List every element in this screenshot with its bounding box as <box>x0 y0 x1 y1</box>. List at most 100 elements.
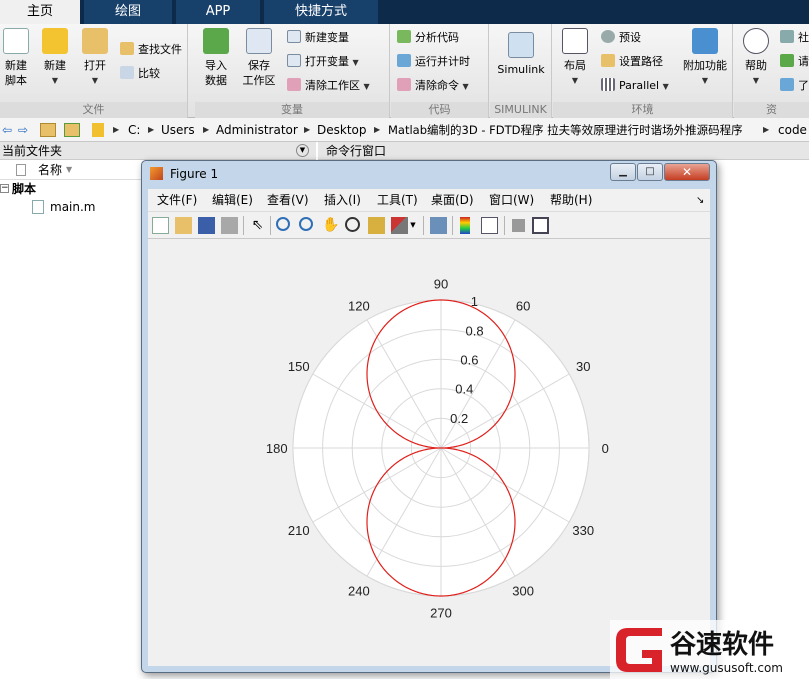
browse-folder-icon[interactable] <box>64 123 80 137</box>
matlab-logo-icon <box>150 167 163 180</box>
addons-dropdown-arrow-icon: ▼ <box>701 76 709 85</box>
layout-button[interactable]: 布局 ▼ <box>555 28 595 88</box>
clear-commands-button[interactable]: 清除命令 ▼ <box>397 77 469 96</box>
data-cursor-icon[interactable] <box>368 217 385 234</box>
addons-button[interactable]: 附加功能 ▼ <box>681 28 729 88</box>
import-data-button[interactable]: 导入 数据 <box>197 28 235 88</box>
current-folder-address-bar: ⇦ ⇨ ▶ C: ▶ Users ▶ Administrator ▶ Deskt… <box>0 118 809 142</box>
current-folder-title: 当前文件夹 <box>2 144 63 158</box>
toolbar-separator <box>504 216 505 235</box>
new-script-button[interactable]: 新建 脚本 <box>0 28 32 88</box>
clear-workspace-button[interactable]: 清除工作区 ▼ <box>287 77 370 96</box>
print-icon[interactable] <box>221 217 238 234</box>
save-workspace-button[interactable]: 保存 工作区 <box>239 28 279 88</box>
clear-commands-dropdown-arrow-icon: ▼ <box>462 82 469 91</box>
sort-arrow-icon: ▼ <box>66 165 73 174</box>
help-button[interactable]: 帮助 ▼ <box>738 28 774 88</box>
code-group: 分析代码 运行并计时 清除命令 ▼ 代码 <box>391 24 489 118</box>
new-dropdown-arrow-icon: ▼ <box>51 76 59 85</box>
open-button[interactable]: 打开 ▼ <box>78 28 112 88</box>
zoom-out-icon[interactable] <box>299 217 313 231</box>
figure-title: Figure 1 <box>170 167 219 181</box>
maximize-button[interactable]: □ <box>637 163 663 181</box>
up-folder-icon[interactable] <box>40 123 56 137</box>
angular-tick-label: 330 <box>572 523 594 538</box>
maximize-icon: □ <box>645 166 655 177</box>
figure-title-bar[interactable]: Figure 1 ▁ □ ✕ <box>142 161 716 187</box>
path-part-desktop[interactable]: Desktop <box>317 118 367 142</box>
collapse-icon[interactable]: − <box>0 184 9 193</box>
polar-plot: 0 30 60 90 120 150 180 210 240 270 300 330 0.2 0.4 0.… <box>266 277 609 621</box>
back-arrow-icon[interactable]: ⇦ <box>2 118 12 142</box>
zoom-in-icon[interactable] <box>276 217 290 231</box>
new-button[interactable]: 新建 ▼ <box>38 28 72 88</box>
toolbar-separator <box>423 216 424 235</box>
menu-window[interactable]: 窗口(W) <box>489 189 534 212</box>
menu-view[interactable]: 查看(V) <box>267 189 309 212</box>
clear-commands-icon <box>397 78 411 91</box>
pan-hand-icon[interactable]: ✋ <box>322 217 339 234</box>
open-file-icon[interactable] <box>175 217 192 234</box>
angular-tick-label: 210 <box>288 523 310 538</box>
new-figure-icon[interactable] <box>152 217 169 234</box>
brush-icon[interactable] <box>391 217 408 234</box>
request-support-button[interactable]: 请 <box>780 53 809 71</box>
tab-shortcuts[interactable]: 快捷方式 <box>264 0 378 24</box>
link-plot-icon[interactable] <box>430 217 447 234</box>
close-icon: ✕ <box>681 165 693 179</box>
variable-group: 导入 数据 保存 工作区 新建变量 打开变量 ▼ 清除工作区 ▼ 变量 <box>195 24 390 118</box>
simulink-button[interactable]: Simulink <box>492 32 550 77</box>
compare-button[interactable]: 比较 <box>120 65 160 83</box>
name-column-label: 名称 <box>38 163 63 177</box>
angular-tick-label: 150 <box>288 359 310 374</box>
command-window-title-bar: 命令行窗口 <box>318 142 809 160</box>
open-dropdown-arrow-icon: ▼ <box>91 76 99 85</box>
menu-edit[interactable]: 编辑(E) <box>212 189 253 212</box>
toolbar-separator <box>270 216 271 235</box>
tab-plots[interactable]: 绘图 <box>84 0 172 24</box>
path-part-project[interactable]: Matlab编制的3D - FDTD程序 拉夫等效原理进行时谐场外推源码程序 <box>388 118 743 142</box>
path-part-code[interactable]: code <box>778 118 807 142</box>
show-plot-tools-icon[interactable] <box>532 217 549 234</box>
brush-dropdown-arrow-icon[interactable]: ▼ <box>409 217 417 234</box>
forward-arrow-icon[interactable]: ⇨ <box>18 118 28 142</box>
menu-file[interactable]: 文件(F) <box>157 189 197 212</box>
save-icon[interactable] <box>198 217 215 234</box>
set-path-button[interactable]: 设置路径 <box>601 53 663 71</box>
menu-insert[interactable]: 插入(I) <box>324 189 361 212</box>
close-button[interactable]: ✕ <box>664 163 710 181</box>
preferences-button[interactable]: 预设 <box>601 29 641 47</box>
file-group-title: 文件 <box>0 102 187 118</box>
minimize-button[interactable]: ▁ <box>610 163 636 181</box>
parallel-button[interactable]: Parallel ▼ <box>601 77 669 96</box>
path-separator-icon: ▶ <box>203 125 210 134</box>
menu-tools[interactable]: 工具(T) <box>377 189 418 212</box>
select-arrow-icon[interactable]: ⇖ <box>249 217 266 234</box>
menu-help[interactable]: 帮助(H) <box>550 189 592 212</box>
command-window-title: 命令行窗口 <box>326 144 387 158</box>
path-part-administrator[interactable]: Administrator <box>216 118 298 142</box>
learn-matlab-button[interactable]: 了 <box>780 77 809 95</box>
tab-home[interactable]: 主页 <box>0 0 80 24</box>
colorbar-icon[interactable] <box>460 217 470 234</box>
tab-apps[interactable]: APP <box>176 0 260 24</box>
legend-icon[interactable] <box>481 217 498 234</box>
menu-desktop[interactable]: 桌面(D) <box>431 189 474 212</box>
import-data-icon <box>203 28 229 54</box>
hide-plot-tools-icon[interactable] <box>512 219 525 232</box>
new-variable-button[interactable]: 新建变量 <box>287 29 349 47</box>
angular-tick-label: 90 <box>434 277 448 292</box>
toolbar-separator <box>243 216 244 235</box>
radial-tick-label: 0.6 <box>460 353 478 368</box>
find-files-button[interactable]: 查找文件 <box>120 41 182 59</box>
panel-actions-icon[interactable]: ▼ <box>296 144 309 157</box>
rotate-3d-icon[interactable] <box>345 217 360 232</box>
open-variable-button[interactable]: 打开变量 ▼ <box>287 53 359 72</box>
path-part-drive[interactable]: C: <box>128 118 140 142</box>
community-button[interactable]: 社 <box>780 29 809 47</box>
analyze-code-button[interactable]: 分析代码 <box>397 29 459 47</box>
layout-dropdown-arrow-icon: ▼ <box>571 76 579 85</box>
dock-arrow-icon[interactable]: ↘ <box>696 189 704 212</box>
run-and-time-button[interactable]: 运行并计时 <box>397 53 470 71</box>
path-part-users[interactable]: Users <box>161 118 195 142</box>
